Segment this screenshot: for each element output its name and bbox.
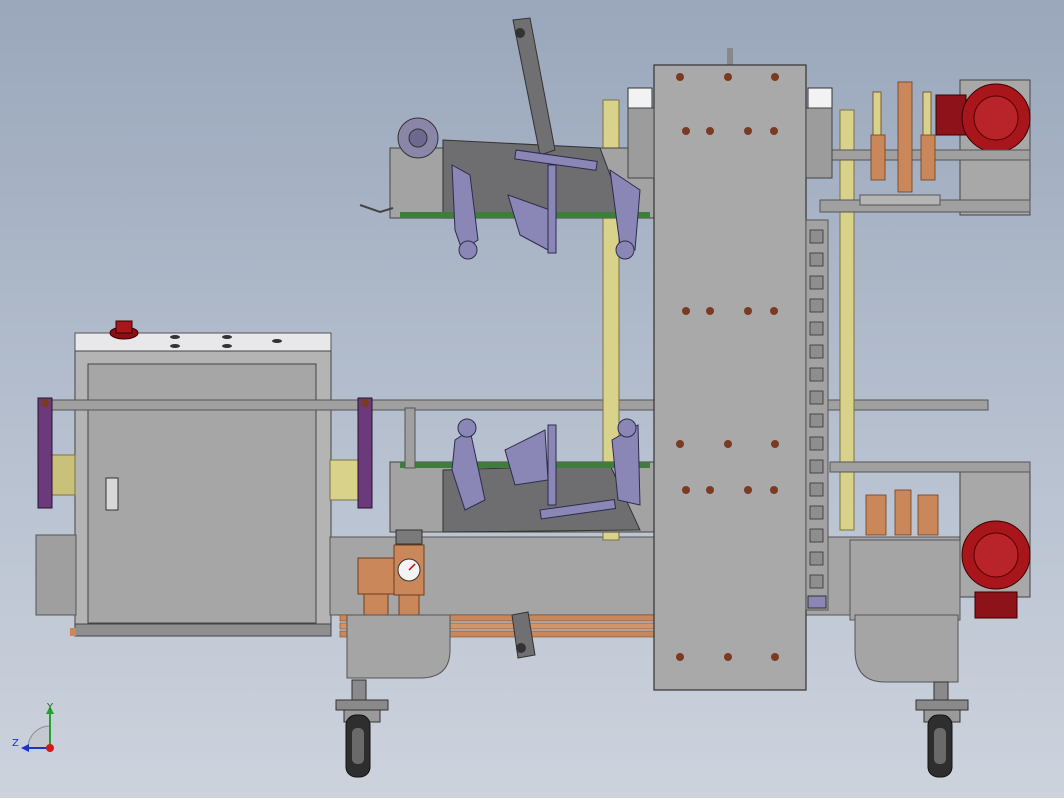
right-leg-bracket [854, 614, 959, 683]
cad-viewport[interactable]: Y Z [0, 0, 1064, 798]
lower-drive-motor [829, 461, 1031, 621]
machine-drawing: Y Z [12, 17, 1031, 778]
cabinet-handle [105, 477, 119, 511]
main-column [627, 48, 833, 691]
left-leg-bracket [346, 614, 451, 679]
coordinate-triad: Y Z [12, 702, 54, 752]
right-caster-wheel [915, 681, 969, 778]
left-caster-wheel [335, 679, 389, 778]
cable-chain [805, 219, 829, 611]
triad-z-label: Z [12, 738, 19, 749]
electrical-cabinet [35, 320, 332, 637]
triad-y-label: Y [46, 702, 54, 713]
